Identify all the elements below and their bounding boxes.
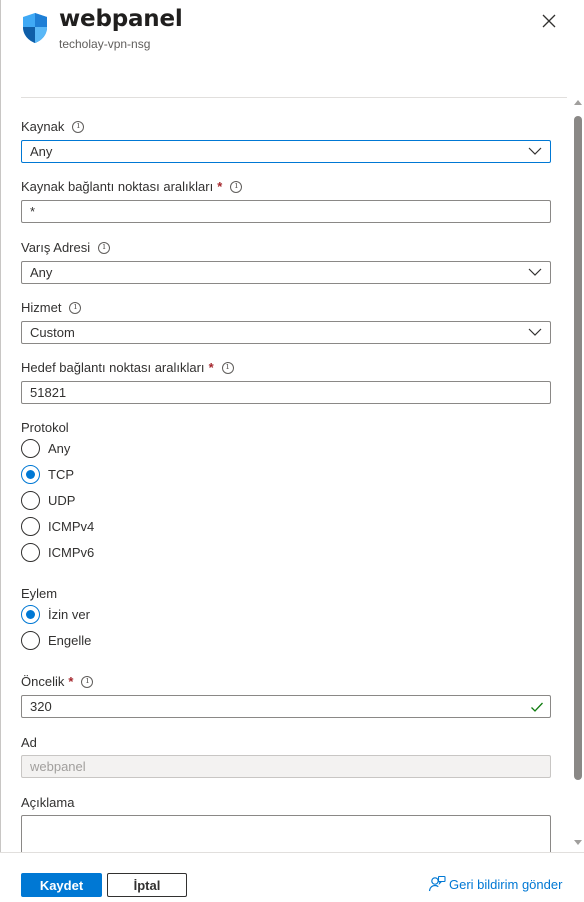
scrollbar[interactable] [572,98,584,852]
radio-circle[interactable] [21,465,40,484]
source-dropdown[interactable]: Any [21,140,551,163]
destination-dropdown[interactable]: Any [21,261,551,284]
name-input: webpanel [21,755,551,778]
feedback-link[interactable]: Geri bildirim gönder [428,875,562,893]
source-port-input[interactable]: * [21,200,551,223]
page-title: webpanel [59,6,183,32]
page-subtitle: techolay-vpn-nsg [59,37,151,51]
source-port-label: Kaynak bağlantı noktası aralıkları * [21,179,243,194]
source-label: Kaynak [21,119,85,134]
chevron-down-icon [528,328,542,336]
panel-footer: Kaydet İptal Geri bildirim gönder [0,852,584,902]
required-asterisk: * [217,179,223,194]
radio-circle[interactable] [21,491,40,510]
action-option-allow[interactable]: İzin ver [21,605,90,624]
action-label: Eylem [21,586,58,601]
panel-header: webpanel techolay-vpn-nsg [0,0,584,98]
feedback-person-icon [428,875,446,892]
header-divider [21,97,567,98]
radio-circle[interactable] [21,517,40,536]
radio-circle[interactable] [21,439,40,458]
shield-icon [23,13,47,43]
scroll-thumb[interactable] [574,116,582,780]
info-icon[interactable] [81,675,94,688]
cancel-button[interactable]: İptal [107,873,187,897]
required-asterisk: * [68,674,74,689]
radio-circle[interactable] [21,543,40,562]
close-icon[interactable] [540,12,558,30]
info-icon[interactable] [98,241,111,254]
radio-circle[interactable] [21,605,40,624]
save-button[interactable]: Kaydet [21,873,102,897]
chevron-down-icon [528,268,542,276]
radio-circle[interactable] [21,631,40,650]
protocol-option-icmpv4[interactable]: ICMPv4 [21,517,94,536]
service-label: Hizmet [21,300,82,315]
priority-label: Öncelik * [21,674,94,689]
protocol-option-udp[interactable]: UDP [21,491,75,510]
panel-edge [0,0,1,902]
chevron-down-icon [528,147,542,155]
action-option-deny[interactable]: Engelle [21,631,91,650]
scroll-up-arrow-icon[interactable] [574,100,582,105]
info-icon[interactable] [69,301,82,314]
required-asterisk: * [208,360,214,375]
protocol-label: Protokol [21,420,69,435]
scroll-down-arrow-icon[interactable] [574,840,582,845]
protocol-option-icmpv6[interactable]: ICMPv6 [21,543,94,562]
info-icon[interactable] [72,120,85,133]
priority-input[interactable]: 320 [21,695,551,718]
destination-label: Varış Adresi [21,240,111,255]
checkmark-icon [531,702,543,712]
dest-port-label: Hedef bağlantı noktası aralıkları * [21,360,234,375]
info-icon[interactable] [221,361,234,374]
info-icon[interactable] [230,180,243,193]
protocol-option-tcp[interactable]: TCP [21,465,74,484]
protocol-option-any[interactable]: Any [21,439,70,458]
description-label: Açıklama [21,795,75,810]
dest-port-input[interactable]: 51821 [21,381,551,404]
name-label: Ad [21,735,37,750]
service-dropdown[interactable]: Custom [21,321,551,344]
